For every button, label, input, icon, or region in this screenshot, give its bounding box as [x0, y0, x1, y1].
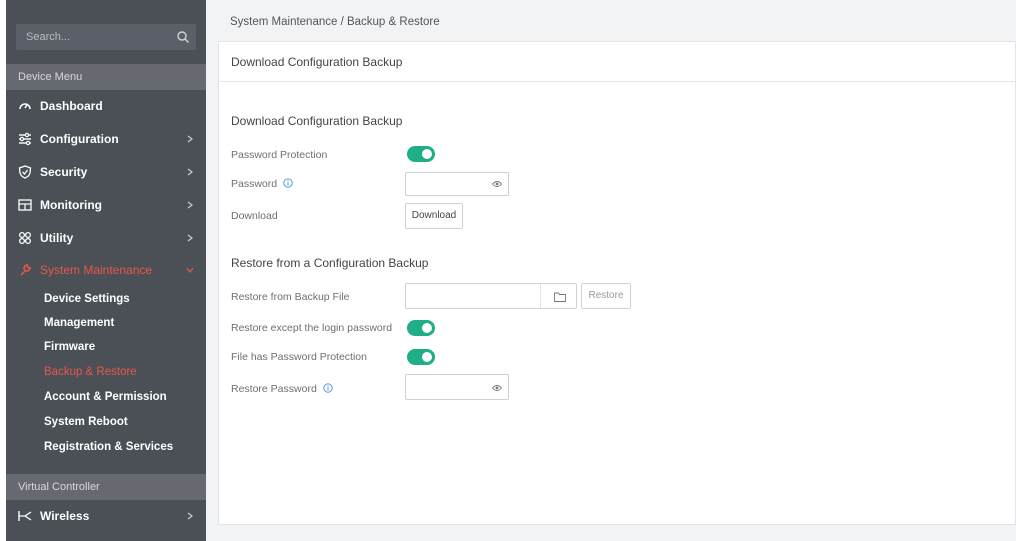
wrench-icon	[20, 264, 31, 276]
wireless-icon	[18, 511, 32, 521]
backup-restore-panel: Download Configuration Backup Download C…	[218, 41, 1016, 525]
submenu-item-system-reboot[interactable]: System Reboot	[44, 410, 204, 434]
search-input[interactable]	[16, 24, 166, 50]
chevron-right-icon	[187, 135, 193, 143]
shield-icon	[18, 165, 32, 179]
restore-except-login-label: Restore except the login password	[231, 322, 393, 334]
eye-icon[interactable]	[492, 180, 502, 188]
download-button[interactable]: Download	[405, 203, 463, 229]
search-box[interactable]	[16, 24, 196, 50]
submenu-item-device-settings[interactable]: Device Settings	[44, 287, 204, 311]
panel-title: Download Configuration Backup	[219, 42, 1015, 82]
sidebar-item-label: Wireless	[40, 509, 90, 523]
restore-file-field[interactable]	[405, 283, 577, 309]
restore-password-input[interactable]	[406, 375, 486, 397]
sidebar-item-label: Dashboard	[40, 99, 103, 113]
restore-password-label: Restore Password	[231, 383, 317, 395]
gauge-icon	[19, 103, 31, 110]
breadcrumb: System Maintenance / Backup & Restore	[230, 16, 440, 28]
eye-icon[interactable]	[492, 384, 502, 392]
sidebar-item-label: Monitoring	[40, 198, 102, 212]
password-label-row: Password	[231, 178, 293, 190]
sidebar-item-security[interactable]: Security	[6, 156, 206, 188]
file-field-divider	[540, 284, 541, 308]
password-input[interactable]	[406, 173, 486, 195]
sidebar-item-label: Security	[40, 165, 88, 179]
password-field[interactable]	[405, 172, 509, 196]
search-icon[interactable]	[176, 30, 190, 44]
grid-icon	[18, 231, 32, 245]
sidebar-item-label: Configuration	[40, 132, 119, 146]
file-password-protection-label: File has Password Protection	[231, 351, 367, 363]
chevron-right-icon	[187, 168, 193, 176]
virtual-controller-header: Virtual Controller	[6, 474, 206, 500]
sidebar-item-system-maintenance[interactable]: System Maintenance	[6, 254, 206, 286]
restore-file-label: Restore from Backup File	[231, 291, 350, 303]
restore-section-heading: Restore from a Configuration Backup	[231, 256, 429, 270]
sliders-icon	[19, 132, 31, 146]
folder-icon[interactable]	[554, 292, 566, 302]
submenu-item-backup-restore[interactable]: Backup & Restore	[44, 360, 204, 384]
submenu-item-account-permission[interactable]: Account & Permission	[44, 385, 204, 409]
submenu-item-firmware[interactable]: Firmware	[44, 335, 204, 359]
file-password-protection-toggle[interactable]	[407, 349, 435, 365]
password-protection-toggle[interactable]	[407, 146, 435, 162]
sidebar-item-label: System Maintenance	[40, 263, 153, 277]
sidebar-item-utility[interactable]: Utility	[6, 222, 206, 254]
restore-password-label-row: Restore Password	[231, 383, 333, 395]
sidebar-item-label: Utility	[40, 231, 74, 245]
password-protection-label: Password Protection	[231, 149, 328, 161]
monitor-icon	[18, 199, 32, 211]
sidebar-item-wireless[interactable]: Wireless	[6, 500, 206, 532]
download-section-heading: Download Configuration Backup	[231, 114, 403, 128]
restore-button[interactable]: Restore	[581, 283, 631, 309]
chevron-down-icon	[186, 267, 194, 273]
device-menu-header: Device Menu	[6, 64, 206, 90]
restore-except-login-toggle[interactable]	[407, 320, 435, 336]
info-icon[interactable]	[283, 178, 293, 188]
submenu-item-registration-services[interactable]: Registration & Services	[44, 435, 204, 459]
chevron-right-icon	[187, 234, 193, 242]
restore-password-field[interactable]	[405, 374, 509, 400]
chevron-right-icon	[187, 201, 193, 209]
password-label: Password	[231, 178, 278, 190]
sidebar-item-monitoring[interactable]: Monitoring	[6, 189, 206, 221]
chevron-right-icon	[187, 512, 193, 520]
info-icon[interactable]	[323, 383, 333, 393]
submenu-item-management[interactable]: Management	[44, 311, 204, 335]
sidebar: Device Menu Dashboard Configuration Secu…	[6, 0, 206, 541]
sidebar-item-dashboard[interactable]: Dashboard	[6, 90, 206, 122]
sidebar-item-configuration[interactable]: Configuration	[6, 123, 206, 155]
download-label: Download	[231, 210, 278, 222]
main-content: System Maintenance / Backup & Restore Do…	[206, 0, 1016, 541]
